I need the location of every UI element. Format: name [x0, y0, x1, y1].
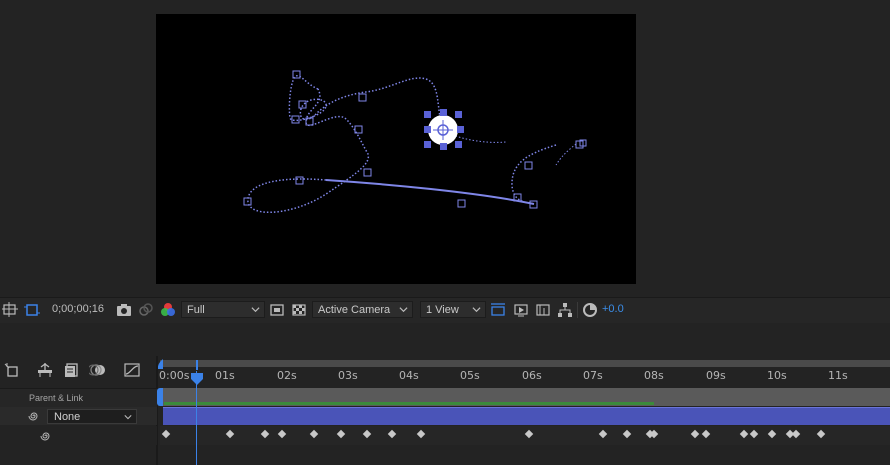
chevron-down-icon [124, 415, 132, 420]
parent-value: None [54, 411, 81, 423]
toolbar-divider [577, 302, 578, 318]
keyframe[interactable] [416, 429, 426, 439]
layer-row[interactable]: None [0, 407, 157, 425]
playhead-stem [196, 360, 198, 370]
ruler-label: 06s [522, 369, 542, 382]
layer-in-point[interactable] [157, 388, 163, 406]
keyframe[interactable] [622, 429, 632, 439]
keyframe[interactable] [739, 429, 749, 439]
view-layout-dropdown[interactable]: 1 View [420, 301, 486, 318]
light-icon[interactable] [424, 109, 464, 150]
show-snapshot-icon[interactable] [138, 302, 154, 318]
transparency-toggle-icon[interactable] [24, 302, 40, 318]
render-cache-bar [164, 402, 654, 405]
ruler-label: 03s [338, 369, 358, 382]
keyframe[interactable] [816, 429, 826, 439]
flowchart-icon[interactable] [557, 302, 573, 318]
timeline-switches-toolbar [0, 356, 157, 384]
parent-link-column-header[interactable]: Parent & Link [29, 393, 83, 403]
ruler-label: 09s [706, 369, 726, 382]
transparency-grid-icon[interactable] [291, 302, 307, 318]
work-area-bar[interactable] [160, 360, 890, 367]
ruler-label: 07s [583, 369, 603, 382]
chevron-down-icon [472, 307, 481, 313]
draft-3d-icon[interactable] [36, 362, 54, 378]
keyframe[interactable] [767, 429, 777, 439]
graph-editor-icon[interactable] [123, 362, 141, 378]
ruler-label: 05s [460, 369, 480, 382]
keyframe[interactable] [336, 429, 346, 439]
ruler-label: 0:00s [159, 369, 190, 382]
ruler-label: 08s [644, 369, 664, 382]
keyframe-track [160, 426, 890, 445]
playhead-line[interactable] [196, 371, 197, 465]
keyframe[interactable] [309, 429, 319, 439]
keyframe[interactable] [260, 429, 270, 439]
timeline-icon[interactable] [535, 302, 551, 318]
region-of-interest-icon[interactable] [2, 302, 18, 318]
keyframe[interactable] [690, 429, 700, 439]
parent-dropdown[interactable]: None [47, 409, 137, 424]
keyframe[interactable] [791, 429, 801, 439]
pixel-aspect-icon[interactable] [490, 302, 506, 318]
property-row[interactable] [0, 426, 157, 445]
camera-view-dropdown[interactable]: Active Camera [312, 301, 413, 318]
composition-viewer-panel [0, 0, 890, 297]
keyframe[interactable] [701, 429, 711, 439]
keyframe[interactable] [598, 429, 608, 439]
keyframe[interactable] [387, 429, 397, 439]
keyframe[interactable] [161, 429, 171, 439]
shy-layers-icon[interactable] [63, 362, 81, 378]
composition-canvas[interactable] [156, 14, 636, 284]
resolution-label: Full [187, 304, 205, 316]
resolution-dropdown[interactable]: Full [181, 301, 265, 318]
keyframe[interactable] [225, 429, 235, 439]
color-channels-icon[interactable] [160, 302, 176, 318]
ruler-label: 01s [215, 369, 235, 382]
pickwhip-icon[interactable] [40, 430, 52, 442]
camera-view-label: Active Camera [318, 304, 391, 316]
motion-path [243, 70, 587, 214]
timeline-panel: 0:00s 01s 02s 03s 04s 05s 06s 07s 08s 09… [0, 323, 890, 465]
ruler-label: 04s [399, 369, 419, 382]
pickwhip-icon[interactable] [28, 410, 40, 422]
chevron-down-icon [399, 307, 408, 313]
timecode-display[interactable]: 0;00;00;16 [52, 303, 104, 315]
chevron-down-icon [251, 307, 260, 313]
snapshot-camera-icon[interactable] [116, 302, 132, 318]
ruler-label: 02s [277, 369, 297, 382]
comp-mini-flowchart-icon[interactable] [4, 362, 22, 378]
ruler-label: 11s [828, 369, 848, 382]
reset-exposure-icon[interactable] [582, 302, 598, 318]
motion-blur-icon[interactable] [89, 362, 107, 378]
layer-duration-bar[interactable] [163, 407, 890, 425]
keyframe[interactable] [277, 429, 287, 439]
ruler-label: 10s [767, 369, 787, 382]
viewer-toolbar: 0;00;00;16 Full Active Camera 1 View +0.… [0, 297, 890, 323]
time-ruler[interactable]: 0:00s 01s 02s 03s 04s 05s 06s 07s 08s 09… [157, 360, 890, 387]
column-header-row: Parent & Link [0, 388, 157, 407]
exposure-value[interactable]: +0.0 [602, 303, 624, 315]
work-area-track [160, 388, 890, 406]
playhead-handle[interactable] [191, 373, 203, 385]
keyframe[interactable] [749, 429, 759, 439]
region-icon[interactable] [269, 302, 285, 318]
keyframe[interactable] [524, 429, 534, 439]
fast-previews-icon[interactable] [513, 302, 529, 318]
keyframe[interactable] [362, 429, 372, 439]
view-layout-label: 1 View [426, 304, 459, 316]
